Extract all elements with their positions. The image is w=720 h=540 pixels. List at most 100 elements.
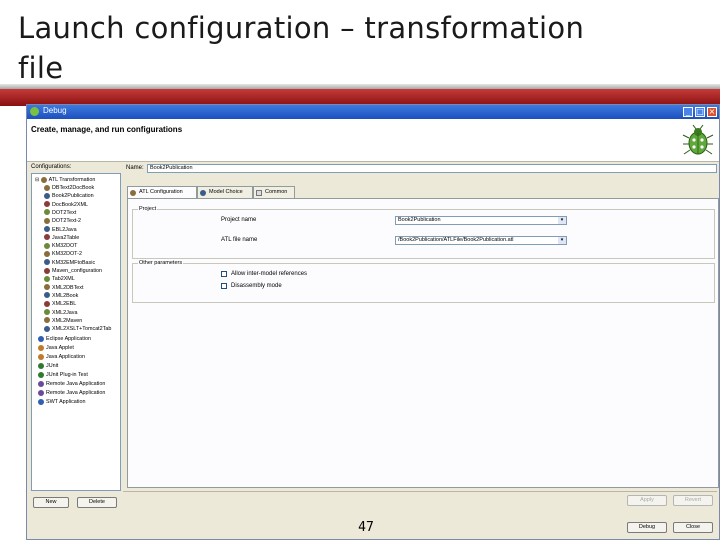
atl-file-select[interactable]: /Book2Publication/ATLFile/Book2Publicati… (395, 236, 567, 245)
tree-config-item[interactable]: XML2XSLT+Tomcat2Tab (44, 325, 111, 333)
close-button[interactable]: Close (673, 522, 713, 533)
tree-item-label: DBText2DocBook (52, 185, 95, 191)
tree-group-item[interactable]: JUnit (38, 362, 58, 370)
project-group: Project Project name Book2Publication ▾ … (132, 206, 715, 259)
model-tab-icon (200, 190, 206, 196)
tree-group-item[interactable]: JUnit Plug-in Test (38, 371, 88, 379)
tree-item-label: DOT2Text (52, 209, 77, 216)
debug-mode-label: Disassembly mode (231, 283, 282, 289)
tree-config-item[interactable]: KM32DOT (44, 242, 77, 250)
tree-item-label: XML2Book (52, 292, 79, 299)
footer-divider (123, 491, 717, 492)
configurations-label: Configurations: (31, 164, 72, 170)
config-icon (44, 209, 50, 216)
tree-group-label: Eclipse Application (46, 336, 91, 343)
tree-config-item[interactable]: DOT2Text (44, 209, 76, 217)
revert-button[interactable]: Revert (673, 495, 713, 506)
tree-group-item[interactable]: SWT Application (38, 398, 85, 406)
tree-root-item[interactable]: ⊟ ATL Transformation (35, 176, 95, 184)
tree-group-item[interactable]: Java Application (38, 353, 85, 361)
tree-config-item[interactable]: EBL2Java (44, 226, 77, 234)
tree-item-label: XML2Maven (52, 317, 83, 324)
tree-config-item[interactable]: XML2Java (44, 309, 77, 317)
config-icon (44, 234, 50, 241)
project-name-value: Book2Publication (398, 217, 441, 223)
tree-config-item[interactable]: KM32EMFtoBasic (44, 259, 95, 267)
project-group-label: Project (138, 206, 158, 212)
project-name-label: Project name (221, 217, 257, 223)
tree-config-item[interactable]: Tab2XML (44, 275, 75, 283)
tree-root-label: ATL Transformation (48, 177, 96, 183)
atl-file-label: ATL file name (221, 237, 258, 243)
debug-mode-checkbox[interactable] (221, 283, 227, 289)
config-icon (44, 267, 50, 274)
tree-config-item[interactable]: XML2Book (44, 292, 78, 300)
tree-group-label: Java Application (46, 354, 85, 361)
config-icon (44, 201, 50, 208)
tab-content: Project Project name Book2Publication ▾ … (127, 198, 719, 488)
tree-group-label: Java Applet (46, 345, 74, 352)
dialog-heading: Create, manage, and run configurations (31, 125, 183, 134)
project-name-select[interactable]: Book2Publication ▾ (395, 216, 567, 225)
debug-dialog: Debug _ □ × Create, manage, and run conf… (26, 104, 720, 540)
tree-config-item[interactable]: DBText2DocBook (44, 184, 94, 192)
launch-type-icon (38, 389, 44, 396)
other-parameters-label: Other parameters (138, 260, 184, 266)
tree-config-item[interactable]: XML2EBL (44, 300, 76, 308)
tab-model-choice[interactable]: Model Choice (197, 186, 253, 198)
atl-tab-icon (130, 190, 136, 196)
tree-item-label: XML2XSLT+Tomcat2Tab (52, 326, 112, 333)
tree-group-item[interactable]: Eclipse Application (38, 335, 91, 343)
minimize-button[interactable]: _ (683, 107, 693, 117)
dropdown-arrow-icon[interactable]: ▾ (558, 217, 566, 224)
tree-item-label: Maven_configuration (52, 268, 103, 274)
config-icon (44, 242, 50, 249)
name-input[interactable]: Book2Publication (147, 164, 717, 173)
debug-button[interactable]: Debug (627, 522, 667, 533)
atl-icon (40, 176, 47, 183)
tree-config-item[interactable]: Maven_configuration (44, 267, 102, 275)
close-window-button[interactable]: × (707, 107, 717, 117)
config-icon (44, 259, 50, 266)
allow-intermodel-checkbox[interactable] (221, 271, 227, 277)
tree-group-item[interactable]: Remote Java Application (38, 389, 105, 397)
apply-button[interactable]: Apply (627, 495, 667, 506)
tree-config-item[interactable]: Book2Publication (44, 192, 94, 200)
tab-label: Model Choice (209, 189, 243, 195)
tree-group-label: SWT Application (46, 399, 86, 406)
tree-item-label: DocBook2XML (52, 201, 88, 208)
config-icon (44, 309, 50, 316)
dialog-header: Create, manage, and run configurations (27, 119, 719, 162)
maximize-button[interactable]: □ (695, 107, 705, 117)
config-icon (44, 292, 50, 299)
config-icon (44, 226, 50, 233)
launch-type-icon (38, 380, 44, 387)
tree-config-item[interactable]: XML2Maven (44, 317, 82, 325)
tree-group-item[interactable]: Remote Java Application (38, 380, 105, 388)
tree-group-item[interactable]: Java Applet (38, 344, 74, 352)
tree-item-label: KM32DOT (52, 243, 78, 250)
config-icon (44, 325, 50, 332)
config-icon (44, 317, 50, 324)
tab-label: Common (265, 189, 288, 195)
delete-button[interactable]: Delete (77, 497, 117, 508)
tree-config-item[interactable]: Java2Table (44, 234, 79, 242)
tree-item-label: KM32EMFtoBasic (52, 259, 96, 266)
configurations-tree[interactable]: ⊟ ATL Transformation DBText2DocBook Book2… (31, 173, 121, 491)
tree-config-item[interactable]: DocBook2XML (44, 201, 88, 209)
tree-config-item[interactable]: KM32DOT-2 (44, 250, 82, 258)
tree-group-label: Remote Java Application (46, 381, 106, 388)
tab-common[interactable]: Common (253, 186, 295, 198)
tree-item-label: KM32DOT-2 (52, 251, 82, 258)
tree-item-label: XML2Java (52, 309, 78, 316)
other-parameters-group: Other parameters Allow inter-model refer… (132, 260, 715, 303)
common-tab-icon (256, 190, 262, 196)
allow-intermodel-label: Allow inter-model references (231, 271, 308, 277)
new-button[interactable]: New (33, 497, 69, 508)
launch-type-icon (38, 344, 44, 351)
tree-item-label: XML2EBL (52, 301, 77, 308)
window-title-bar[interactable]: Debug _ □ × (27, 105, 719, 119)
dropdown-arrow-icon[interactable]: ▾ (558, 237, 566, 244)
tree-config-item[interactable]: DOT2Text-2 (44, 217, 81, 225)
tree-config-item[interactable]: XML2DBText (44, 284, 83, 292)
